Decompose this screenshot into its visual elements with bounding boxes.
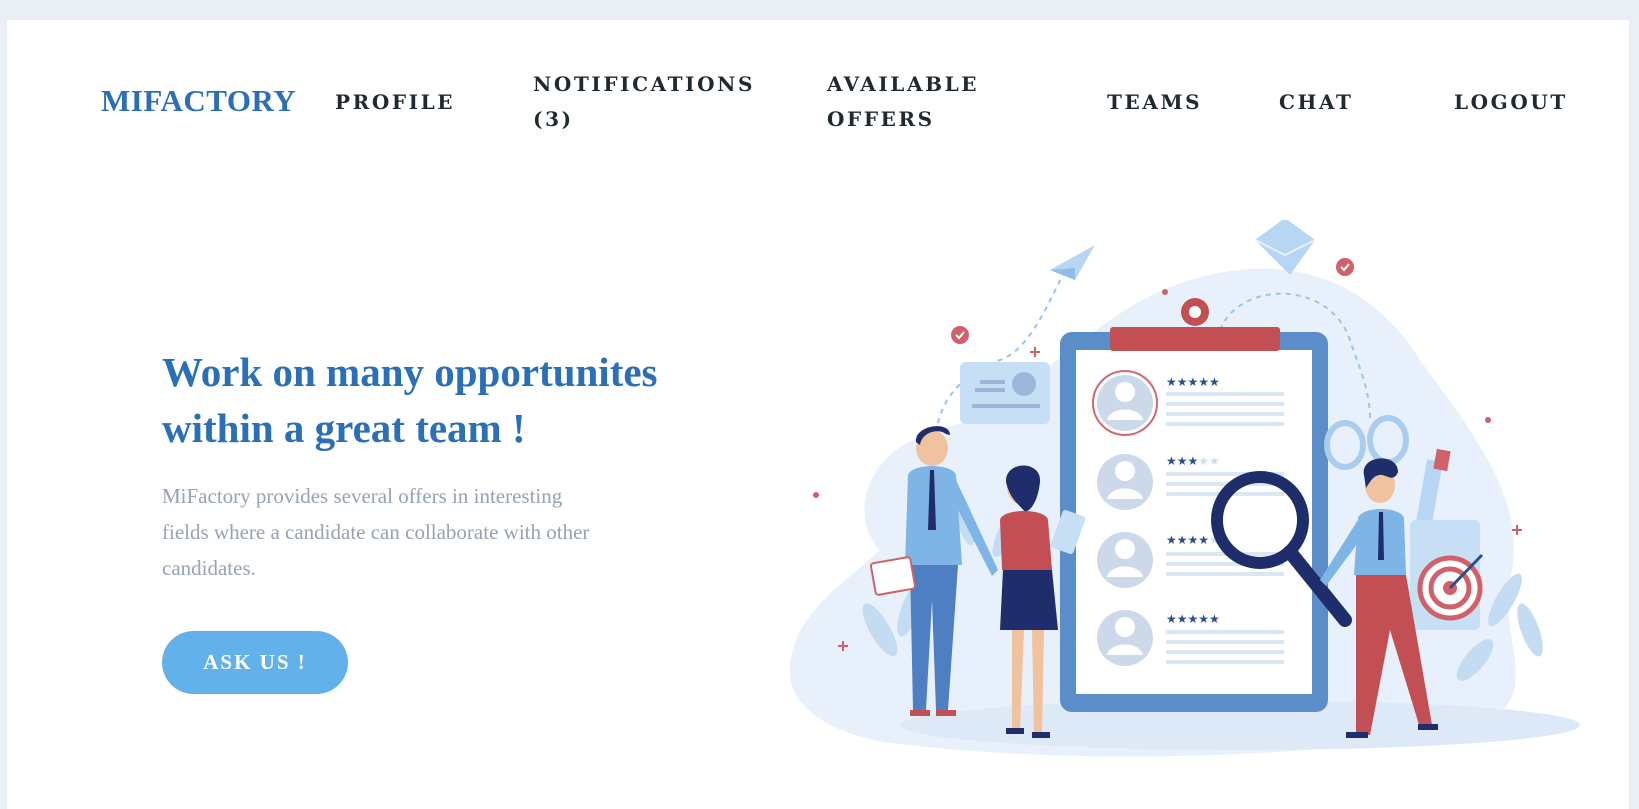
hero-description: MiFactory provides several offers in int…: [162, 484, 590, 580]
svg-text:★★★★★: ★★★★★: [1166, 454, 1220, 468]
nav-profile[interactable]: PROFILE: [335, 85, 455, 120]
svg-text:★★★★★: ★★★★★: [1166, 375, 1220, 389]
brand-logo[interactable]: MIFACTORY: [101, 83, 296, 119]
nav-chat[interactable]: CHAT: [1279, 85, 1354, 120]
svg-text:★★★★★: ★★★★★: [1166, 612, 1220, 626]
nav-teams[interactable]: TEAMS: [1107, 85, 1202, 120]
svg-text:★★★★★: ★★★★★: [1166, 533, 1220, 547]
hero-title: Work on many opportunites within a great…: [162, 349, 658, 451]
nav-available-offers[interactable]: AVAILABLE OFFERS: [827, 67, 1017, 137]
recruitment-illustration-icon: ★★★★★ ★★★★★ ★★★★★ ★★★★★: [789, 220, 1580, 757]
nav-notifications[interactable]: NOTIFICATIONS (3): [533, 67, 773, 137]
nav-logout[interactable]: LOGOUT: [1454, 85, 1568, 120]
ask-us-button[interactable]: ASK US !: [162, 631, 348, 694]
